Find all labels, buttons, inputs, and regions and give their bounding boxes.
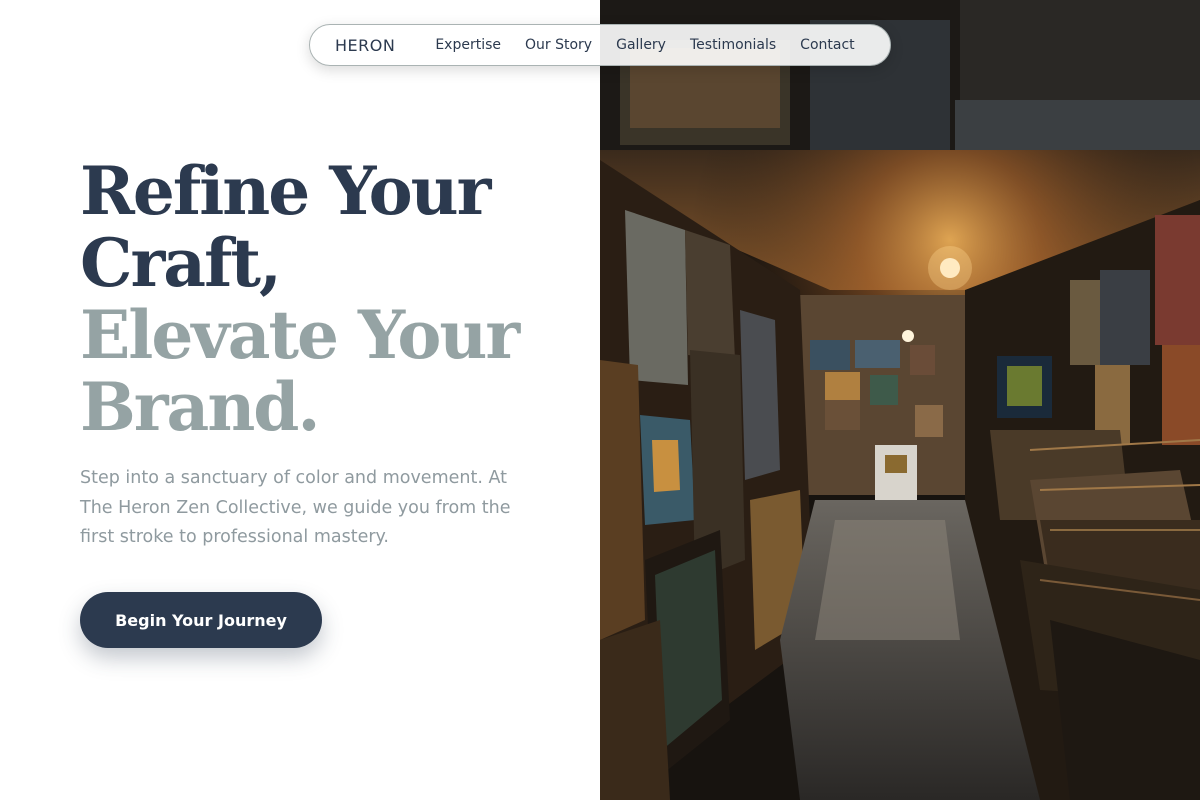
nav-link-expertise[interactable]: Expertise <box>435 37 501 53</box>
nav-link-testimonials[interactable]: Testimonials <box>690 37 776 53</box>
gallery-corridor-photo <box>600 0 1200 800</box>
hero-image <box>600 0 1200 800</box>
nav-link-our-story[interactable]: Our Story <box>525 37 592 53</box>
hero-headline: Refine Your Craft, Elevate Your Brand. <box>80 155 580 443</box>
hero-description: Step into a sanctuary of color and movem… <box>80 468 511 547</box>
headline-line-4: Brand. <box>80 368 320 446</box>
top-navigation: HERON Expertise Our Story Gallery Testim… <box>309 24 891 66</box>
brand-logo[interactable]: HERON <box>335 36 395 55</box>
nav-link-contact[interactable]: Contact <box>800 37 854 53</box>
headline-line-3: Elevate Your <box>80 296 520 374</box>
headline-line-2: Craft, <box>80 224 282 302</box>
begin-journey-button[interactable]: Begin Your Journey <box>80 592 322 648</box>
hero-panel: Refine Your Craft, Elevate Your Brand. S… <box>0 0 600 800</box>
nav-link-gallery[interactable]: Gallery <box>616 37 666 53</box>
headline-line-1: Refine Your <box>80 152 491 230</box>
